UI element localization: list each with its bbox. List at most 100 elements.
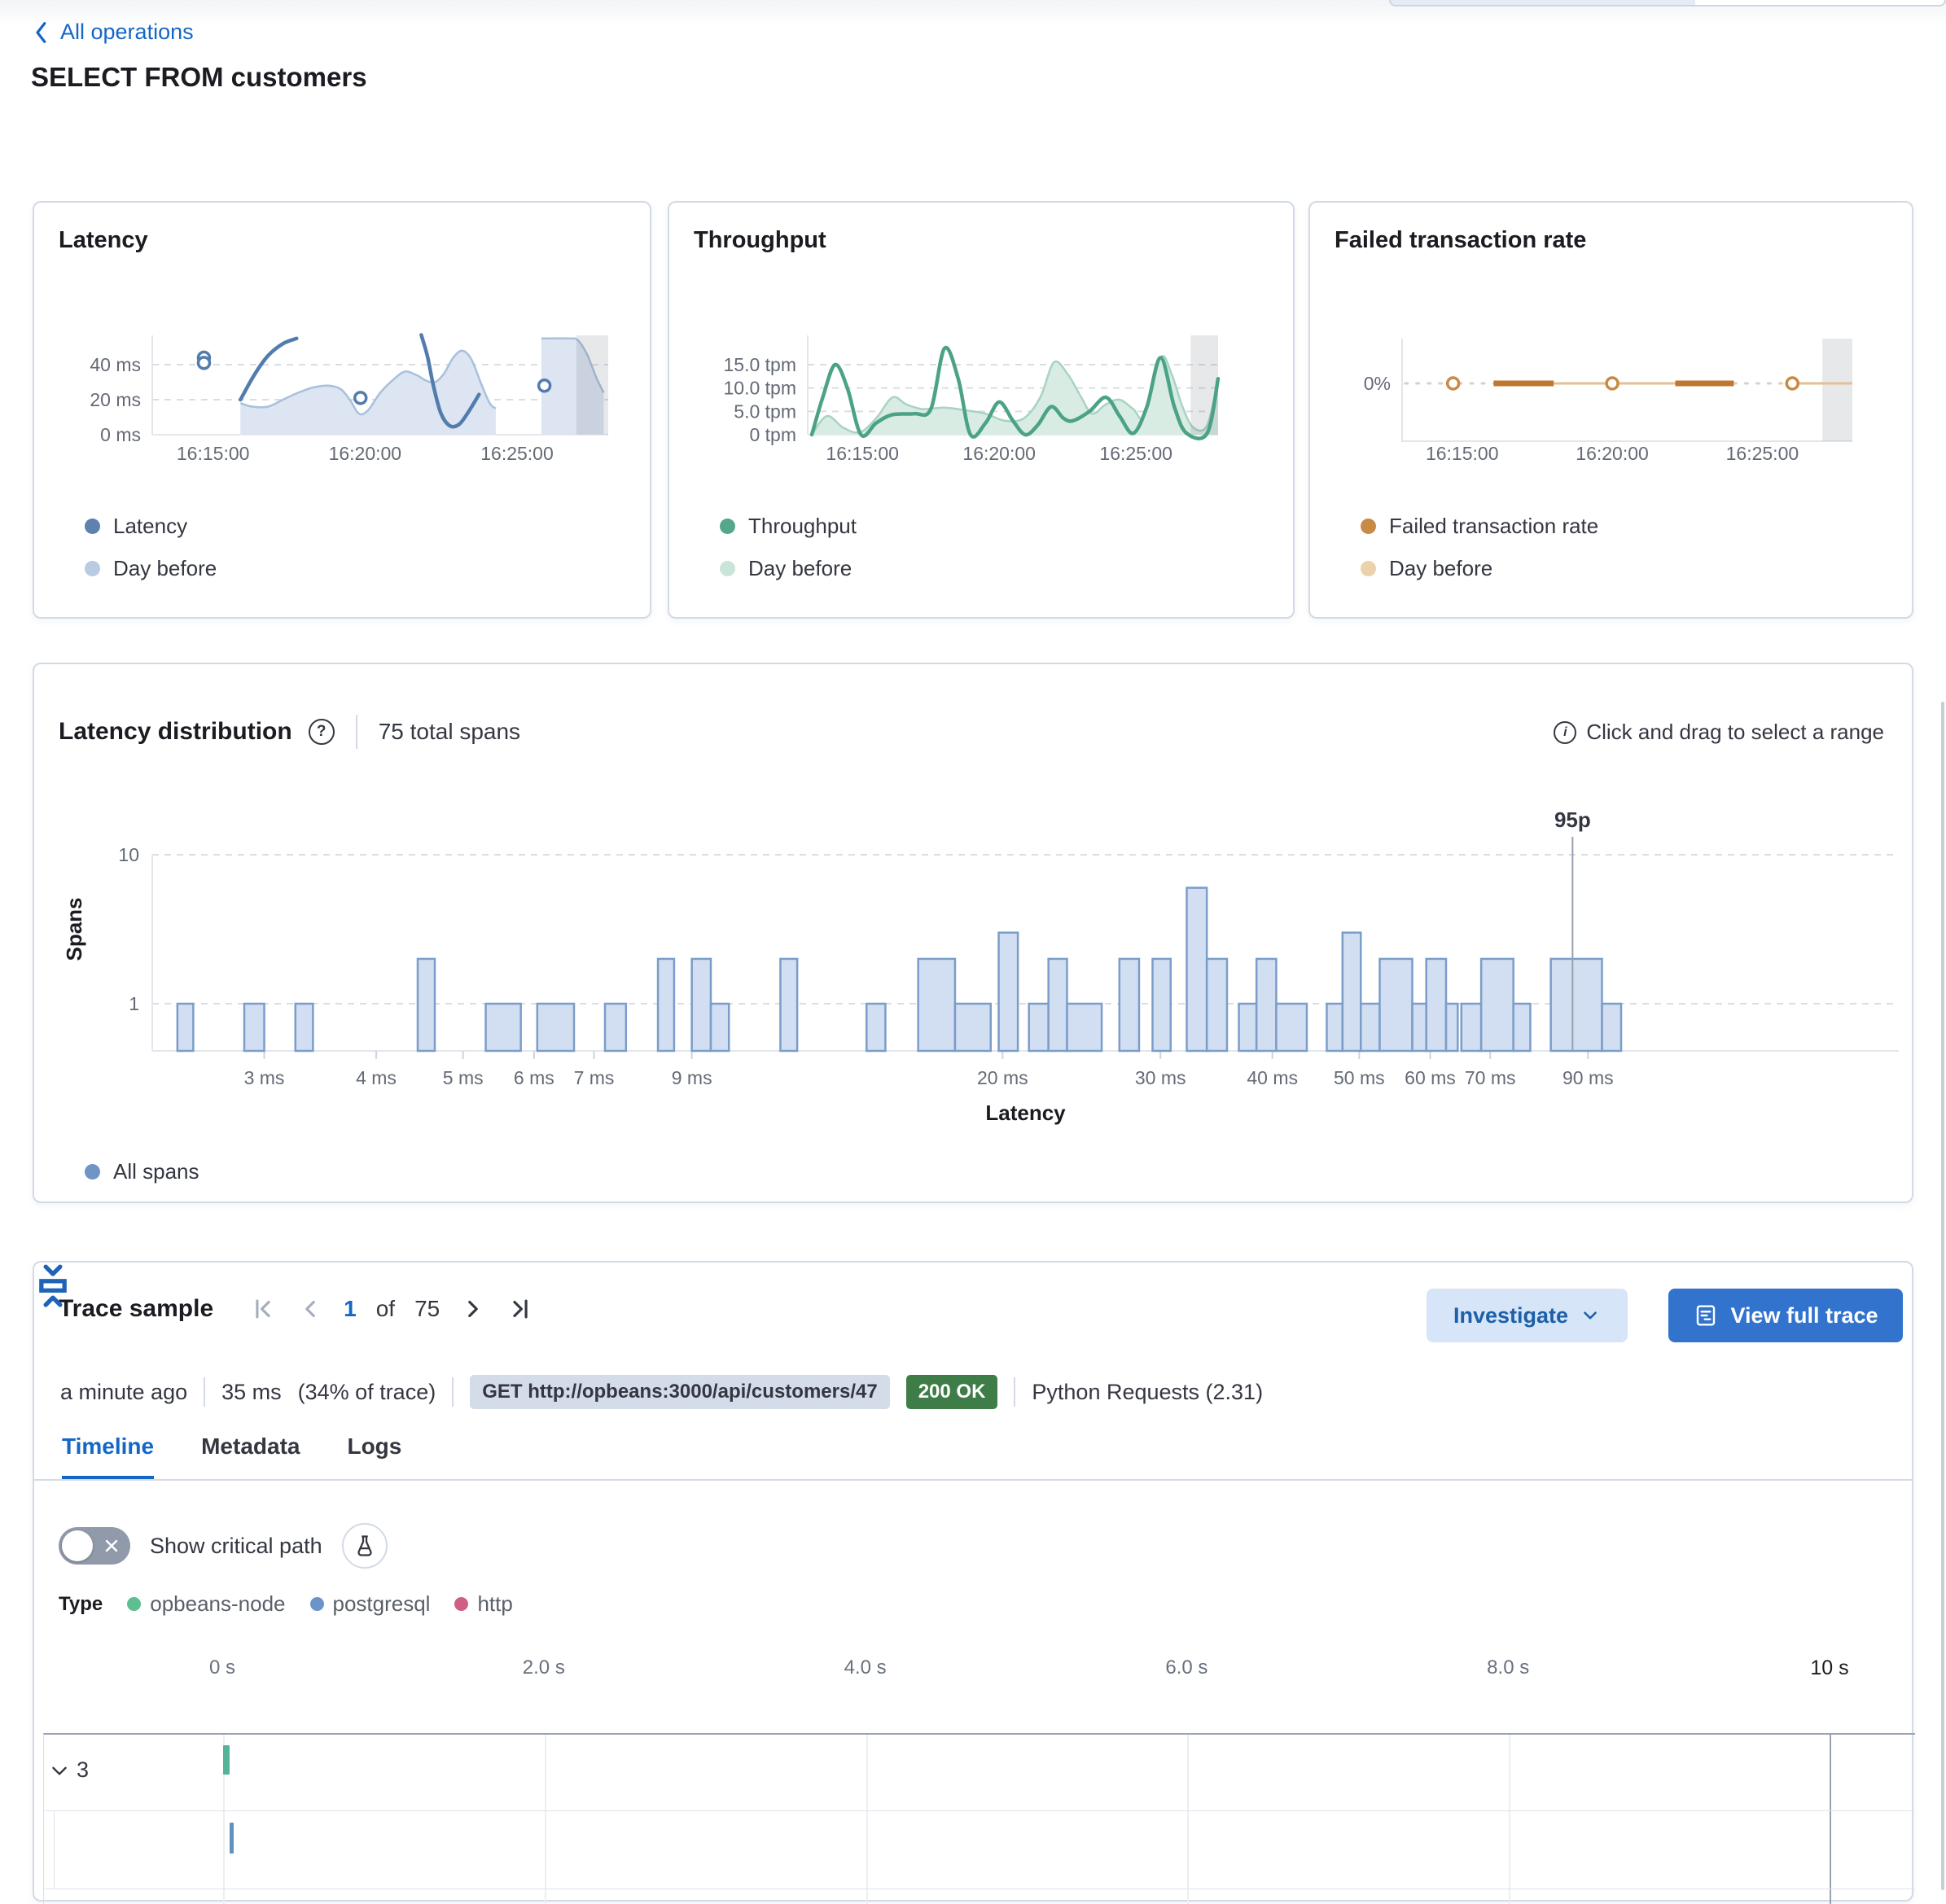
svg-text:Latency: Latency (985, 1101, 1066, 1125)
total-pages: 75 (414, 1296, 440, 1321)
legend-item[interactable]: Day before (1361, 556, 1492, 581)
agent-label: Python Requests (2.31) (1032, 1379, 1264, 1404)
time-range-control-fill (1391, 0, 1695, 5)
prev-page-icon[interactable] (296, 1295, 324, 1323)
view-full-trace-button[interactable]: View full trace (1668, 1289, 1903, 1342)
all-spans-legend-item[interactable]: All spans (85, 1159, 199, 1184)
tab-timeline[interactable]: Timeline (62, 1433, 155, 1480)
svg-text:16:25:00: 16:25:00 (1099, 443, 1172, 464)
svg-text:3 ms: 3 ms (244, 1067, 285, 1088)
legend-label: Throughput (748, 514, 857, 538)
critical-path-toggle[interactable] (59, 1527, 130, 1565)
view-full-trace-label: View full trace (1730, 1302, 1878, 1328)
beaker-icon (357, 1535, 372, 1556)
svg-text:20 ms: 20 ms (977, 1067, 1028, 1088)
ruler-tick-label: 4.0 s (844, 1657, 887, 1679)
timeline-fold-icon[interactable] (34, 1263, 72, 1310)
legend-dot-icon (1361, 561, 1376, 576)
failed-rate-card: Failed transaction rate 0% 16:15:00 16:20:… (1308, 201, 1913, 619)
waterfall-row-span[interactable] (44, 1811, 1915, 1889)
last-page-icon[interactable] (506, 1295, 534, 1323)
svg-text:15.0 tpm: 15.0 tpm (724, 354, 797, 375)
ruler-tick-label: 2.0 s (522, 1657, 565, 1679)
throughput-card: Throughput 0 tpm 5.0 tpm 10.0 tpm 15.0 tpm 1… (668, 201, 1295, 619)
toggle-knob (62, 1530, 93, 1561)
svg-text:4 ms: 4 ms (356, 1067, 397, 1088)
type-legend-items: opbeans-node postgresql http (127, 1591, 513, 1617)
tab-metadata[interactable]: Metadata (201, 1433, 300, 1480)
critical-path-row: Show critical path (59, 1523, 388, 1569)
legend-dot-icon (720, 519, 735, 534)
transaction-duration-bar[interactable] (223, 1745, 230, 1775)
legend-item[interactable]: Throughput (720, 514, 857, 539)
svg-text:70 ms: 70 ms (1465, 1067, 1516, 1088)
span-duration-bar[interactable] (230, 1823, 234, 1854)
of-label: of (375, 1296, 396, 1321)
svg-text:16:20:00: 16:20:00 (1576, 443, 1649, 464)
legend-label: Day before (748, 556, 852, 580)
trace-sample-title: Trace sample (59, 1295, 214, 1322)
investigate-button[interactable]: Investigate (1427, 1289, 1628, 1342)
type-legend-item[interactable]: opbeans-node (127, 1591, 286, 1617)
svg-text:50 ms: 50 ms (1334, 1067, 1385, 1088)
svg-text:6 ms: 6 ms (514, 1067, 554, 1088)
critical-path-label: Show critical path (150, 1533, 322, 1558)
ruler-tick-label: 10 s (1810, 1657, 1849, 1679)
svg-text:16:20:00: 16:20:00 (962, 443, 1036, 464)
svg-text:40 ms: 40 ms (1247, 1067, 1298, 1088)
trace-waterfall[interactable]: 3 (43, 1733, 1915, 1904)
legend-dot-icon (85, 561, 100, 576)
legend-dot-icon (85, 1164, 100, 1180)
svg-text:0 ms: 0 ms (100, 424, 141, 445)
svg-text:60 ms: 60 ms (1405, 1067, 1456, 1088)
page-scrollbar[interactable] (1941, 702, 1944, 1890)
tech-preview-badge[interactable] (341, 1523, 388, 1569)
waterfall-row-transaction[interactable]: 3 (44, 1735, 1915, 1811)
back-link[interactable]: All operations (33, 20, 194, 45)
header-divider (355, 715, 357, 749)
type-legend-item[interactable]: http (454, 1591, 513, 1617)
legend-dot-icon (720, 561, 735, 576)
legend-item[interactable]: Day before (720, 556, 852, 581)
svg-text:0 tpm: 0 tpm (749, 424, 796, 445)
first-page-icon[interactable] (249, 1295, 277, 1323)
ruler-tick-label: 6.0 s (1165, 1657, 1208, 1679)
svg-text:9 ms: 9 ms (672, 1067, 712, 1088)
trace-tabs: Timeline Metadata Logs (62, 1433, 401, 1480)
indent-guide (54, 1811, 55, 1889)
ruler-tick-label: 0 s (208, 1657, 235, 1679)
trace-meta-row: a minute ago 35 ms (34% of trace) GET ht… (60, 1375, 1263, 1409)
legend-dot-icon (1361, 519, 1376, 534)
svg-text:10: 10 (118, 844, 139, 865)
legend-item[interactable]: Day before (85, 556, 217, 581)
type-legend-label: Type (59, 1592, 103, 1615)
legend-label: Day before (1389, 556, 1493, 580)
svg-text:40 ms: 40 ms (90, 354, 141, 375)
help-icon[interactable]: ? (308, 719, 335, 745)
trace-sample-panel: Trace sample 1 of 75 Investigate View fu… (33, 1261, 1915, 1904)
type-legend: Type opbeans-node postgresql http (59, 1591, 513, 1617)
legend-item[interactable]: Failed transaction rate (1361, 514, 1598, 539)
tab-logs[interactable]: Logs (347, 1433, 401, 1480)
legend-label: postgresql (332, 1591, 431, 1616)
time-range-control-partial[interactable] (1389, 0, 1946, 7)
svg-text:5 ms: 5 ms (443, 1067, 484, 1088)
legend-dot-icon (454, 1597, 469, 1611)
trace-age: a minute ago (60, 1379, 188, 1404)
legend-label: Latency (113, 514, 188, 538)
latency-distribution-header: Latency distribution ? 75 total spans (59, 715, 520, 749)
chevron-down-icon (52, 1766, 67, 1775)
type-legend-item[interactable]: postgresql (309, 1591, 431, 1617)
request-url-badge[interactable]: GET http://opbeans:3000/api/customers/47 (470, 1375, 890, 1409)
svg-text:Spans: Spans (62, 897, 86, 961)
svg-text:7 ms: 7 ms (574, 1067, 615, 1088)
accordion-count: 3 (77, 1757, 90, 1782)
svg-text:90 ms: 90 ms (1562, 1067, 1614, 1088)
accordion-toggle[interactable]: 3 (49, 1757, 89, 1783)
current-page: 1 (344, 1296, 357, 1321)
close-icon (105, 1539, 118, 1552)
svg-text:16:15:00: 16:15:00 (1426, 443, 1499, 464)
svg-text:10.0 tpm: 10.0 tpm (724, 378, 797, 399)
next-page-icon[interactable] (459, 1295, 487, 1323)
legend-item[interactable]: Latency (85, 514, 187, 539)
